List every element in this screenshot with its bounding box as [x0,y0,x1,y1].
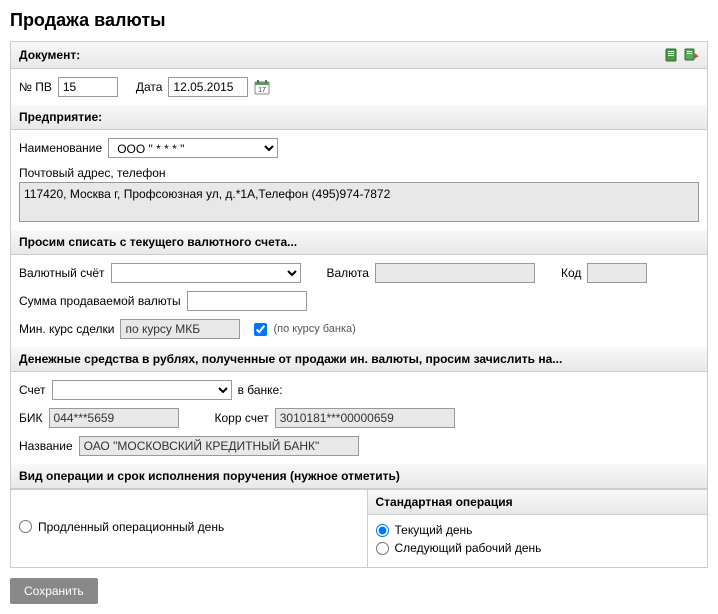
current-day-label: Текущий день [395,523,473,537]
credit-bankin-label: в банке: [238,383,283,397]
credit-bik-label: БИК [19,411,43,425]
section-header-enterprise: Предприятие: [11,105,707,130]
credit-account-select[interactable] [52,380,232,400]
doc-num-input[interactable] [58,77,118,97]
debit-code-input [587,263,647,283]
debit-currency-input [375,263,535,283]
header-icons [663,47,699,63]
operation-col-right: Стандартная операция Текущий день Следую… [367,490,708,567]
debit-amount-label: Сумма продаваемой валюты [19,294,181,308]
enterprise-name-label: Наименование [19,141,102,155]
operation-two-col: Продленный операционный день Стандартная… [11,489,707,567]
doc-num-label: № ПВ [19,80,52,94]
next-day-label: Следующий рабочий день [395,541,542,555]
save-button[interactable]: Сохранить [10,578,98,604]
svg-text:17: 17 [259,87,267,94]
enterprise-address-label: Почтовый адрес, телефон [19,166,699,180]
debit-rate-hint: (по курсу банка) [273,323,355,335]
debit-rate-checkbox[interactable] [254,323,267,336]
next-day-radio[interactable] [376,542,389,555]
section-header-credit: Денежные средства в рублях, полученные о… [11,347,707,372]
doc-icon-2[interactable] [683,47,699,63]
credit-bik-input [49,408,179,428]
debit-rate-label: Мин. курс сделки [19,322,114,336]
debit-amount-input[interactable] [187,291,307,311]
debit-rate-input [120,319,240,339]
section-body-enterprise: Наименование ООО " * * * " Почтовый адре… [11,130,707,230]
page-title: Продажа валюты [10,10,708,31]
enterprise-name-select[interactable]: ООО " * * * " [108,138,278,158]
credit-corr-input [275,408,455,428]
debit-code-label: Код [561,266,581,280]
extended-day-radio[interactable] [19,520,32,533]
credit-bankname-label: Название [19,439,73,453]
form-container: Документ: № ПВ Дата 17 Предприятие: Наим… [10,41,708,568]
section-header-debit: Просим списать с текущего валютного счет… [11,230,707,255]
credit-bankname-input [79,436,359,456]
section-header-document: Документ: [11,42,707,69]
debit-currency-label: Валюта [327,266,369,280]
section-body-document: № ПВ Дата 17 [11,69,707,105]
section-body-debit: Валютный счёт Валюта Код Сумма продаваем… [11,255,707,347]
doc-date-label: Дата [136,80,163,94]
section-header-operation: Вид операции и срок исполнения поручения… [11,464,707,489]
credit-corr-label: Корр счет [215,411,269,425]
doc-date-input[interactable] [168,77,248,97]
extended-day-label: Продленный операционный день [38,520,224,534]
section-body-credit: Счет в банке: БИК Корр счет Название [11,372,707,464]
debit-account-label: Валютный счёт [19,266,105,280]
debit-account-select[interactable] [111,263,301,283]
calendar-icon[interactable]: 17 [254,79,270,95]
enterprise-address-field[interactable]: 117420, Москва г, Профсоюзная ул, д.*1А,… [19,182,699,222]
doc-icon-1[interactable] [663,47,679,63]
document-header-label: Документ: [19,48,80,62]
credit-account-label: Счет [19,383,46,397]
current-day-radio[interactable] [376,524,389,537]
operation-col-left: Продленный операционный день [11,490,367,567]
standard-op-header: Стандартная операция [368,490,708,515]
